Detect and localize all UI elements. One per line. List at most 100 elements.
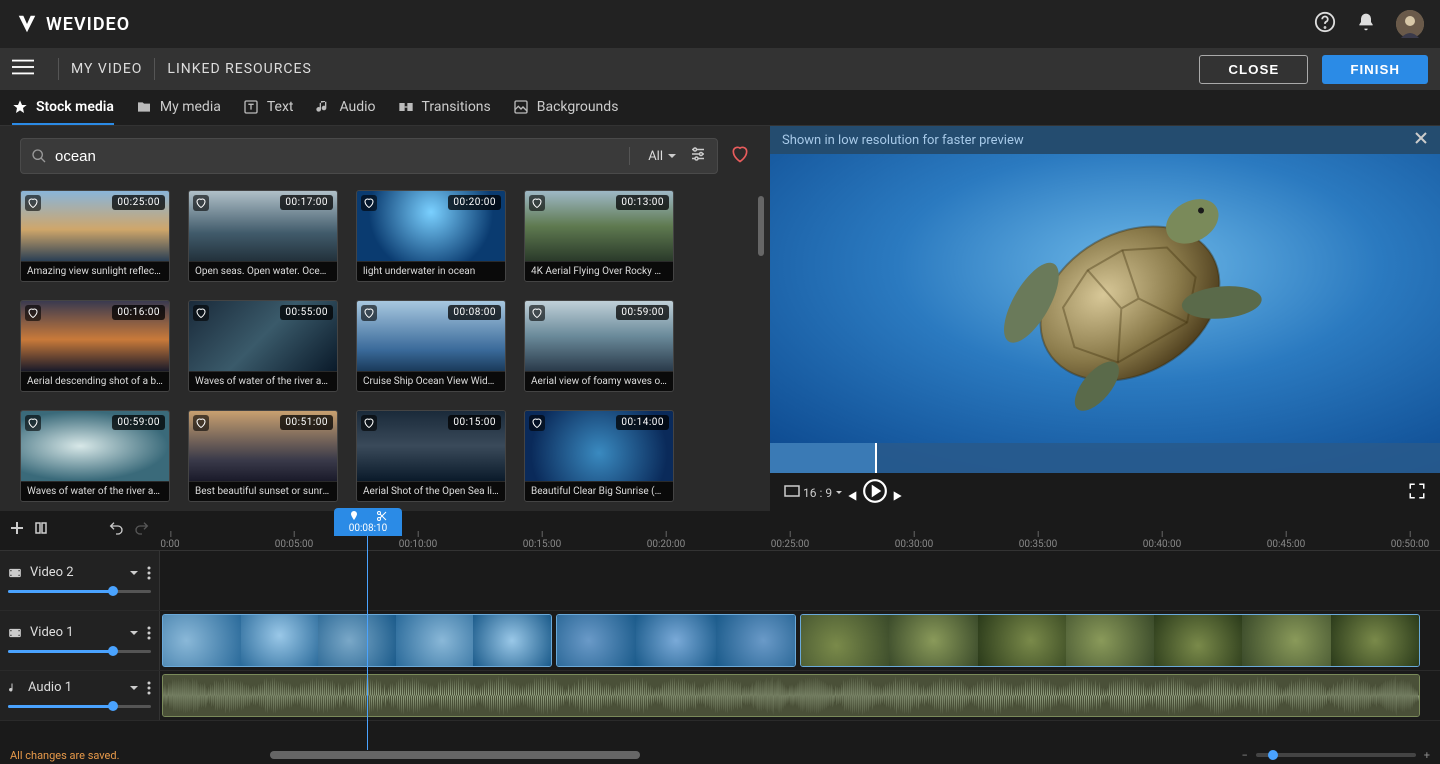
tracks: Video 2 Video 1: [0, 551, 1440, 746]
tab-backgrounds[interactable]: Backgrounds: [513, 90, 619, 125]
track-content[interactable]: [160, 671, 1440, 720]
media-grid: 00:25:00 Amazing view sunlight reflecti……: [0, 186, 770, 511]
media-item[interactable]: 00:17:00 Open seas. Open water. Ocean …: [188, 190, 338, 282]
heart-icon[interactable]: [25, 195, 41, 211]
media-item[interactable]: 00:16:00 Aerial descending shot of a bea…: [20, 300, 170, 392]
duration-badge: 00:25:00: [112, 195, 165, 210]
track-video2: Video 2: [0, 551, 1440, 611]
volume-slider[interactable]: [8, 646, 151, 656]
chevron-down-icon[interactable]: [129, 683, 139, 693]
tab-my-media[interactable]: My media: [136, 90, 221, 125]
media-item[interactable]: 00:25:00 Amazing view sunlight reflecti…: [20, 190, 170, 282]
playhead[interactable]: 00:08:10: [367, 508, 368, 750]
media-item[interactable]: 00:15:00 Aerial Shot of the Open Sea lit…: [356, 410, 506, 502]
media-title: Beautiful Clear Big Sunrise (Su…: [525, 482, 673, 501]
add-track-button[interactable]: [10, 521, 24, 539]
tab-text[interactable]: Text: [243, 90, 294, 125]
heart-icon[interactable]: [361, 195, 377, 211]
media-title: Waves of water of the river an…: [189, 372, 337, 391]
media-item[interactable]: 00:14:00 Beautiful Clear Big Sunrise (Su…: [524, 410, 674, 502]
hamburger-icon[interactable]: [12, 56, 34, 82]
music-icon: [8, 682, 20, 694]
heart-icon[interactable]: [730, 144, 750, 168]
heart-icon[interactable]: [529, 305, 545, 321]
grid-scrollbar[interactable]: [758, 196, 764, 501]
bell-icon[interactable]: [1356, 12, 1376, 36]
filter-dropdown[interactable]: All: [648, 149, 677, 164]
heart-icon[interactable]: [193, 415, 209, 431]
more-icon[interactable]: [147, 681, 151, 695]
close-button[interactable]: CLOSE: [1199, 55, 1308, 84]
search-input[interactable]: [55, 148, 619, 165]
zoom-slider[interactable]: [1256, 753, 1416, 757]
timeline-ruler[interactable]: 00:08:10 0:0000:05:0000:10:0000:15:0000:…: [160, 510, 1440, 550]
media-item[interactable]: 00:51:00 Best beautiful sunset or sunris…: [188, 410, 338, 502]
media-title: light underwater in ocean: [357, 262, 505, 281]
chevron-down-icon[interactable]: [129, 628, 139, 638]
media-item[interactable]: 00:20:00 light underwater in ocean: [356, 190, 506, 282]
search-box: All: [20, 138, 718, 174]
project-title[interactable]: MY VIDEO: [71, 61, 142, 77]
snap-button[interactable]: [34, 521, 48, 539]
close-icon[interactable]: [1414, 131, 1428, 149]
clip[interactable]: [162, 614, 552, 667]
sliders-icon[interactable]: [689, 145, 707, 167]
prev-frame-button[interactable]: [843, 493, 859, 507]
duration-badge: 00:51:00: [280, 415, 333, 430]
next-frame-button[interactable]: [891, 493, 907, 507]
duration-badge: 00:15:00: [448, 415, 501, 430]
heart-icon[interactable]: [361, 305, 377, 321]
heart-icon[interactable]: [529, 415, 545, 431]
track-content[interactable]: [160, 551, 1440, 610]
video-icon: [8, 626, 22, 640]
finish-button[interactable]: FINISH: [1322, 55, 1428, 84]
media-title: Best beautiful sunset or sunris…: [189, 482, 337, 501]
media-item[interactable]: 00:55:00 Waves of water of the river an…: [188, 300, 338, 392]
tab-audio[interactable]: Audio: [315, 90, 375, 125]
timeline-scrollbar[interactable]: [270, 751, 640, 759]
clip[interactable]: [800, 614, 1420, 667]
heart-icon[interactable]: [193, 305, 209, 321]
more-icon[interactable]: [147, 566, 151, 580]
help-icon[interactable]: [1314, 11, 1336, 37]
tab-transitions[interactable]: Transitions: [398, 90, 491, 125]
heart-icon[interactable]: [193, 195, 209, 211]
media-item[interactable]: 00:59:00 Waves of water of the river an…: [20, 410, 170, 502]
brand-logo[interactable]: WEVIDEO: [16, 13, 130, 35]
media-item[interactable]: 00:13:00 4K Aerial Flying Over Rocky O…: [524, 190, 674, 282]
zoom-in-button[interactable]: +: [1424, 749, 1430, 762]
chevron-down-icon[interactable]: [129, 568, 139, 578]
volume-slider[interactable]: [8, 701, 151, 711]
track-audio1: Audio 1: [0, 671, 1440, 721]
media-title: Aerial descending shot of a bea…: [21, 372, 169, 391]
redo-button[interactable]: [134, 520, 150, 540]
media-item[interactable]: 00:08:00 Cruise Ship Ocean View Wide …: [356, 300, 506, 392]
tab-stock-media[interactable]: Stock media: [12, 90, 114, 125]
media-title: Waves of water of the river an…: [21, 482, 169, 501]
play-button[interactable]: [862, 493, 888, 507]
avatar[interactable]: [1396, 10, 1424, 38]
media-title: Cruise Ship Ocean View Wide …: [357, 372, 505, 391]
linked-resources-link[interactable]: LINKED RESOURCES: [167, 61, 311, 77]
heart-icon[interactable]: [25, 415, 41, 431]
preview-frame[interactable]: [770, 154, 1440, 473]
aspect-ratio-button[interactable]: 16 : 9: [784, 485, 843, 500]
marker-icon[interactable]: [348, 510, 360, 522]
volume-slider[interactable]: [8, 586, 151, 596]
more-icon[interactable]: [147, 626, 151, 640]
media-item[interactable]: 00:59:00 Aerial view of foamy waves of I…: [524, 300, 674, 392]
clip[interactable]: [556, 614, 796, 667]
heart-icon[interactable]: [529, 195, 545, 211]
heart-icon[interactable]: [25, 305, 41, 321]
media-panel: All 00:25:00 Amazing view sunlight refle…: [0, 126, 770, 511]
duration-badge: 00:20:00: [448, 195, 501, 210]
fullscreen-icon[interactable]: [1408, 482, 1426, 503]
preview-scrub-bar[interactable]: [770, 443, 1440, 473]
zoom-out-button[interactable]: −: [1241, 749, 1247, 762]
track-content[interactable]: [160, 611, 1440, 670]
preview-panel: Shown in low resolution for faster previ…: [770, 126, 1440, 511]
undo-button[interactable]: [108, 520, 124, 540]
heart-icon[interactable]: [361, 415, 377, 431]
clip-audio[interactable]: [162, 674, 1420, 717]
scissors-icon[interactable]: [376, 510, 388, 522]
